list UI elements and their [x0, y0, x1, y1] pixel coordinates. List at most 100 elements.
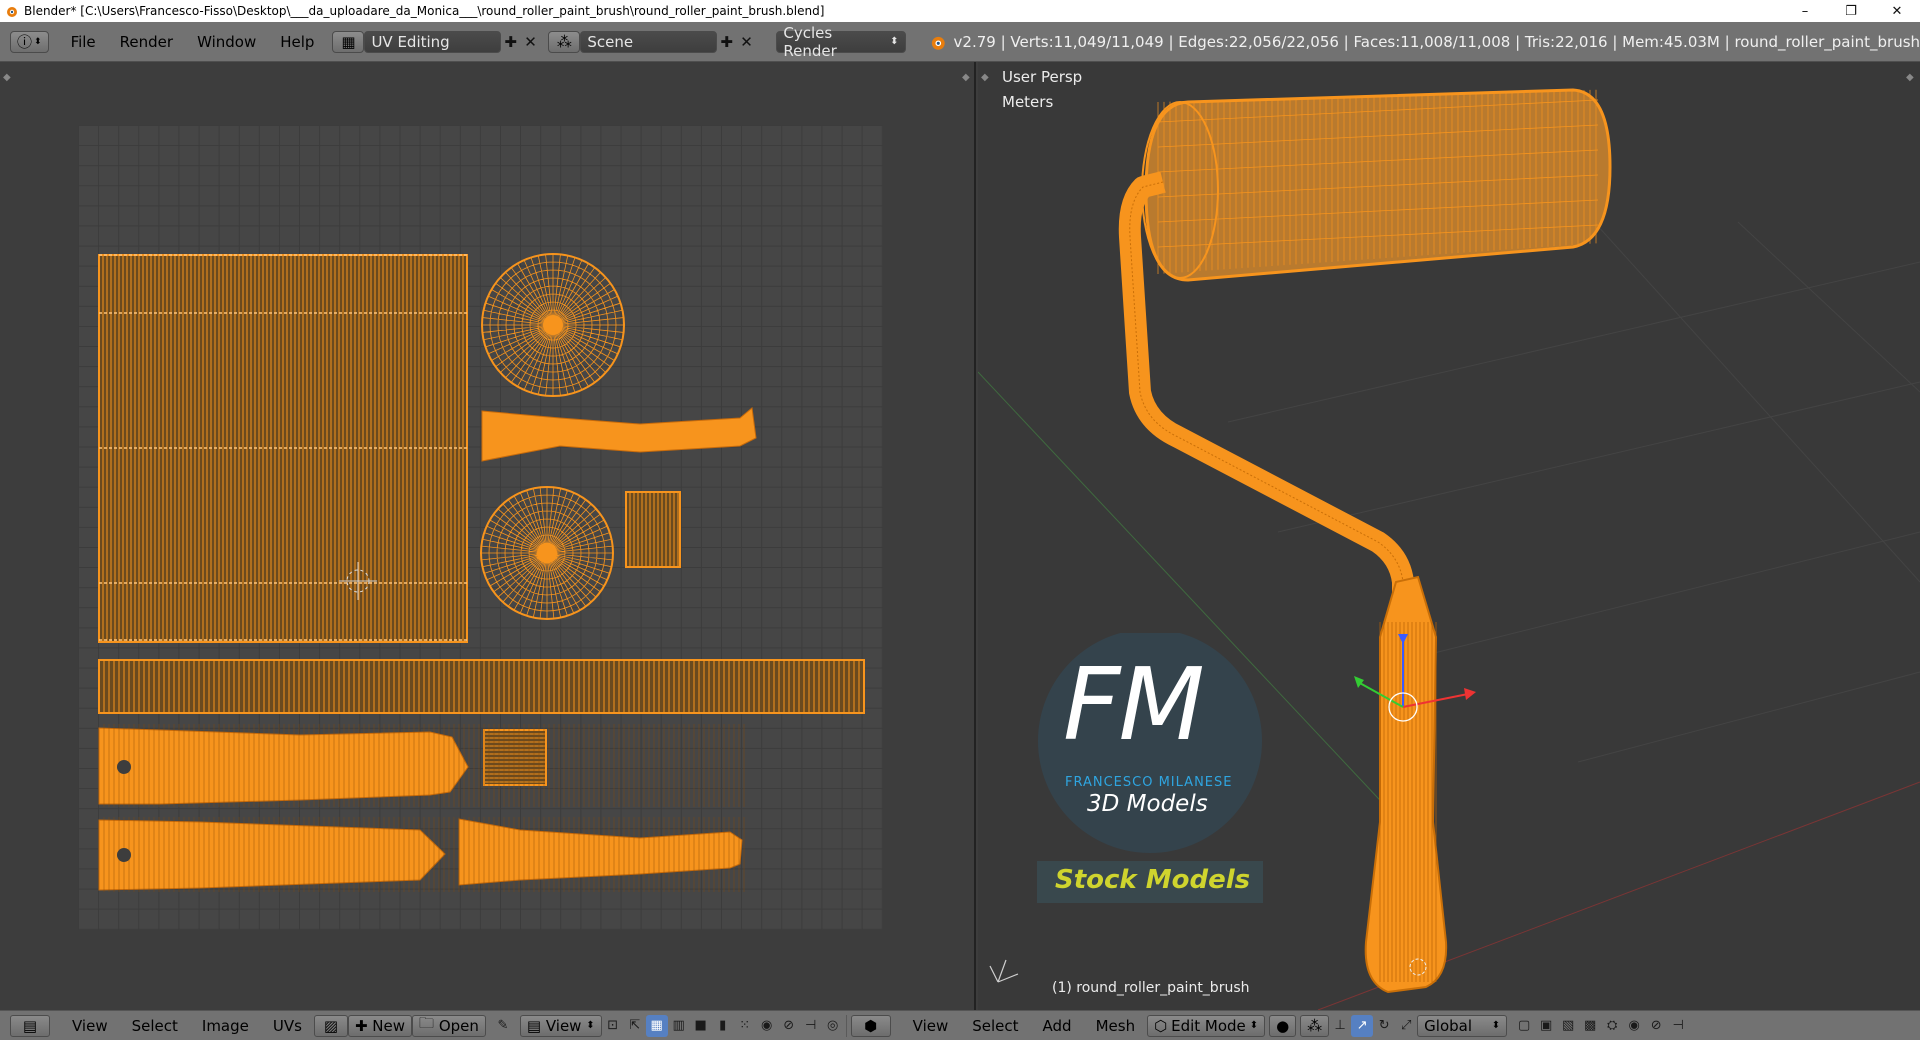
shading-dropdown[interactable]: ●: [1269, 1014, 1297, 1037]
sticky-select-icon[interactable]: ⁙: [734, 1015, 756, 1037]
scene-name-field[interactable]: Scene: [580, 30, 717, 53]
manipulator-icon[interactable]: ⊥: [1329, 1015, 1351, 1037]
uv-menu-image[interactable]: Image: [190, 1017, 261, 1035]
uv-island-grip-b: [98, 819, 446, 891]
editor-separator: [845, 1014, 847, 1037]
uv-island-grip-a: [98, 727, 469, 805]
uv-island-cap-top-core: [543, 315, 563, 335]
roller-cylinder: [1144, 88, 1612, 282]
uv-editor-type-button[interactable]: ▤: [10, 1014, 50, 1037]
menu-window[interactable]: Window: [185, 33, 268, 51]
units-label: Meters: [1002, 93, 1054, 111]
editor-headers-bottom: ▤ View Select Image UVs ▨ ✚ New 🗀 Open ✎…: [0, 1010, 1920, 1040]
vertex-select-icon[interactable]: ▦: [645, 1014, 668, 1037]
editor-type-info-button[interactable]: ⓘ ⬍: [10, 30, 49, 53]
watermark-subtitle: 3D Models: [1087, 791, 1208, 817]
watermark-author: FRANCESCO MILANESE: [1065, 775, 1233, 790]
island-select-icon[interactable]: ▮: [712, 1015, 734, 1037]
add-layout-icon[interactable]: ✚: [501, 31, 521, 53]
menu-render[interactable]: Render: [108, 33, 185, 51]
uv-island-handle-a: [481, 407, 757, 462]
sync-selection-icon[interactable]: ⇱: [624, 1015, 646, 1037]
uv-view-mode-dropdown[interactable]: ▤ View ⬍: [519, 1014, 602, 1037]
uv-image-editor[interactable]: ◆ ◆: [0, 62, 976, 1010]
new-image-button[interactable]: ✚ New: [347, 1014, 413, 1037]
minimize-button[interactable]: –: [1782, 0, 1828, 22]
uv-active-icon[interactable]: ◎: [822, 1015, 844, 1037]
maximize-button[interactable]: ❐: [1828, 0, 1874, 22]
add-scene-icon[interactable]: ✚: [717, 31, 737, 53]
scale-icon[interactable]: ⤢: [1395, 1015, 1417, 1037]
uv-islands[interactable]: [0, 62, 976, 1010]
open-image-button[interactable]: 🗀 Open: [412, 1014, 486, 1037]
3d-editor-type-button[interactable]: ⬢: [850, 1014, 891, 1037]
screen-layout-selector[interactable]: ▦: [332, 30, 365, 53]
render-engine-dropdown[interactable]: Cycles Render ⬍: [776, 24, 906, 60]
3d-menu-mesh[interactable]: Mesh: [1084, 1017, 1148, 1035]
remove-layout-icon[interactable]: ✕: [521, 31, 541, 53]
uv-menu-uvs[interactable]: UVs: [261, 1017, 314, 1035]
orientation-dropdown[interactable]: Global ⬍: [1417, 1014, 1508, 1037]
menu-file[interactable]: File: [59, 33, 108, 51]
watermark-initials: FM: [1063, 646, 1205, 763]
view-name-label: User Persp: [1002, 68, 1083, 86]
blender-logo-icon: [931, 36, 945, 50]
info-header: ⓘ ⬍ File Render Window Help ▦ UV Editing …: [0, 22, 1920, 62]
remove-scene-icon[interactable]: ✕: [737, 31, 757, 53]
translate-icon[interactable]: ↗: [1351, 1014, 1374, 1037]
chevron-updown-icon: ⬍: [890, 36, 899, 47]
proportional-edit-icon[interactable]: ◉: [756, 1015, 778, 1037]
gizmo-y-arrow-icon: [1354, 676, 1364, 688]
pivot-icon[interactable]: ⊡: [602, 1015, 624, 1037]
window-titlebar: Blender* [C:\Users\Francesco-Fisso\Deskt…: [0, 0, 1920, 22]
scene-icon: ⁂: [556, 32, 572, 51]
pin-icon[interactable]: ✎: [492, 1015, 514, 1037]
edge-select-3d-icon[interactable]: ▧: [1557, 1015, 1579, 1037]
uv-hole: [117, 760, 131, 774]
chevron-updown-icon: ⬍: [1249, 1020, 1259, 1031]
3d-menu-select[interactable]: Select: [960, 1017, 1030, 1035]
gizmo-x-arrow-icon: [1464, 688, 1476, 700]
snap-3d-icon[interactable]: ⊘: [1645, 1015, 1667, 1037]
menu-help[interactable]: Help: [268, 33, 326, 51]
proportional-3d-icon[interactable]: ◉: [1623, 1015, 1645, 1037]
uv-menu-view[interactable]: View: [60, 1017, 120, 1035]
scene-selector[interactable]: ⁂: [548, 30, 581, 53]
layer-icon[interactable]: ▢: [1513, 1015, 1535, 1037]
snap-target-icon[interactable]: ⊣: [1667, 1015, 1689, 1037]
window-title: Blender* [C:\Users\Francesco-Fisso\Deskt…: [24, 4, 825, 18]
face-select-3d-icon[interactable]: ▩: [1579, 1015, 1601, 1037]
cube-icon: ⬢: [864, 1016, 878, 1035]
edge-select-icon[interactable]: ▥: [668, 1015, 690, 1037]
face-select-icon[interactable]: ■: [690, 1015, 712, 1037]
uv-menu-select[interactable]: Select: [120, 1017, 190, 1035]
region-toggle-right-icon[interactable]: ◆: [1906, 72, 1914, 83]
layout-grid-icon: ▦: [341, 32, 356, 51]
close-button[interactable]: ✕: [1874, 0, 1920, 22]
active-object-label: (1) round_roller_paint_brush: [1052, 980, 1250, 996]
uv-hole: [117, 848, 131, 862]
scene-statistics: v2.79 | Verts:11,049/11,049 | Edges:22,0…: [953, 32, 1920, 51]
3d-menu-view[interactable]: View: [901, 1017, 961, 1035]
rotate-icon[interactable]: ↻: [1373, 1015, 1395, 1037]
pivot-dropdown[interactable]: ⁂: [1300, 1014, 1330, 1037]
image-editor-icon: ▤: [22, 1016, 38, 1035]
snap-element-icon[interactable]: ⊣: [800, 1015, 822, 1037]
limit-selection-icon[interactable]: ⛭: [1601, 1015, 1623, 1037]
blender-logo-icon: [7, 7, 17, 17]
snap-icon[interactable]: ⊘: [778, 1015, 800, 1037]
edit-mode-icon: ⬡: [1154, 1016, 1168, 1035]
3d-menu-add[interactable]: Add: [1031, 1017, 1084, 1035]
solid-shading-icon: ●: [1276, 1016, 1290, 1035]
mode-dropdown[interactable]: ⬡ Edit Mode ⬍: [1147, 1014, 1266, 1037]
plus-icon: ✚: [354, 1016, 368, 1035]
watermark-tag: Stock Models: [1055, 865, 1251, 895]
screen-layout-name-field[interactable]: UV Editing: [364, 30, 501, 53]
folder-icon: 🗀: [419, 1014, 435, 1032]
image-browse-button[interactable]: ▨: [313, 1014, 348, 1037]
region-toggle-left-icon[interactable]: ◆: [981, 72, 989, 83]
uv-island-handle-b: [458, 818, 743, 886]
vertex-select-3d-icon[interactable]: ▣: [1535, 1015, 1557, 1037]
pivot-point-icon: ⁂: [1307, 1016, 1323, 1035]
uv-island-cap-bottom-core: [537, 543, 557, 563]
